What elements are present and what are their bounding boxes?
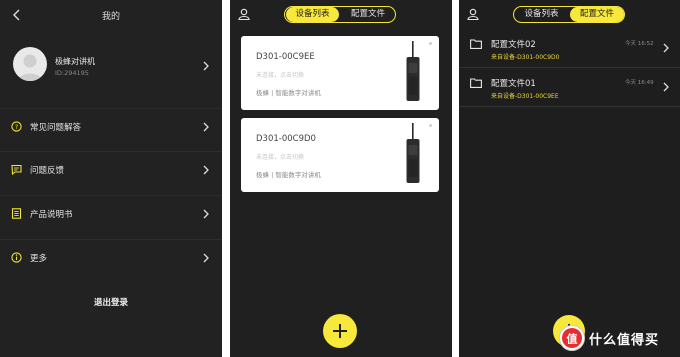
avatar [13, 47, 47, 81]
file-time: 今天 16:52 [625, 41, 654, 47]
file-source: 来自设备-D301-00C9EE [491, 93, 559, 100]
device-status: 未连接，点击切换 [256, 154, 305, 161]
device-status: 未连接，点击切换 [256, 72, 305, 79]
watermark-text: 什么值得买 [589, 333, 660, 348]
svg-text:?: ? [15, 123, 18, 131]
add-icon [339, 324, 341, 338]
profile-name: 极蜂对讲机 [55, 57, 95, 66]
user-icon[interactable] [238, 8, 250, 20]
profile-id: ID:294195 [55, 69, 89, 77]
mine-screen: 我的 极蜂对讲机 ID:294195 ? 常见问题解答 问题反馈 产品说明书 更… [0, 0, 222, 357]
watermark-logo-icon: 值 [562, 328, 582, 348]
default-avatar-icon [18, 54, 42, 81]
chevron-right-icon [203, 165, 209, 175]
status-dot [429, 42, 432, 45]
tab-switcher: 设备列表 配置文件 [513, 6, 625, 23]
menu-label-feedback: 问题反馈 [30, 166, 65, 176]
add-device-button[interactable] [323, 314, 357, 348]
config-files-screen: 设备列表 配置文件 配置文件02 来自设备-D301-00C9D0 今天 16:… [459, 0, 680, 357]
chevron-right-icon [203, 61, 209, 71]
folder-icon [470, 78, 482, 88]
chevron-right-icon [203, 122, 209, 132]
device-name: D301-00C9D0 [256, 134, 316, 144]
menu-label-faq: 常见问题解答 [30, 123, 82, 133]
device-description: 极蜂 | 智能数字对讲机 [256, 89, 321, 97]
device-description: 极蜂 | 智能数字对讲机 [256, 171, 321, 179]
chevron-right-icon [203, 253, 209, 263]
menu-item-feedback[interactable]: 问题反馈 [0, 151, 222, 188]
config-file-row[interactable]: 配置文件02 来自设备-D301-00C9D0 今天 16:52 [459, 33, 680, 68]
tab-config-files[interactable]: 配置文件 [341, 7, 395, 22]
profile-row[interactable]: 极蜂对讲机 ID:294195 [0, 40, 222, 92]
file-name: 配置文件01 [491, 79, 536, 89]
question-circle-icon: ? [11, 121, 22, 132]
watermark-logo-text: 值 [567, 332, 578, 346]
tab-switcher: 设备列表 配置文件 [284, 6, 396, 23]
document-icon [11, 208, 22, 219]
chevron-right-icon [203, 209, 209, 219]
file-time: 今天 16:49 [625, 80, 654, 86]
watermark: 值 什么值得买 [559, 325, 677, 351]
menu-label-more: 更多 [30, 254, 48, 264]
feedback-icon [11, 164, 22, 175]
chevron-right-icon [663, 43, 669, 53]
device-name: D301-00C9EE [256, 52, 315, 62]
menu-item-manual[interactable]: 产品说明书 [0, 195, 222, 232]
chevron-right-icon [663, 82, 669, 92]
watermark-logo: 值 [559, 325, 585, 351]
user-icon[interactable] [467, 8, 479, 20]
logout-button[interactable]: 退出登录 [0, 296, 222, 308]
device-card[interactable]: D301-00C9EE 未连接，点击切换 极蜂 | 智能数字对讲机 [241, 36, 439, 110]
tab-config-files[interactable]: 配置文件 [570, 7, 624, 22]
info-circle-icon [11, 252, 22, 263]
config-file-row[interactable]: 配置文件01 来自设备-D301-00C9EE 今天 16:49 [459, 72, 680, 107]
file-source: 来自设备-D301-00C9D0 [491, 54, 560, 61]
page-title: 我的 [101, 12, 120, 22]
status-dot [429, 124, 432, 127]
menu-item-more[interactable]: 更多 [0, 239, 222, 276]
device-card[interactable]: D301-00C9D0 未连接，点击切换 极蜂 | 智能数字对讲机 [241, 118, 439, 192]
walkie-talkie-image [406, 123, 420, 183]
tab-device-list[interactable]: 设备列表 [286, 7, 339, 22]
folder-icon [470, 39, 482, 49]
menu-item-faq[interactable]: ? 常见问题解答 [0, 108, 222, 145]
tab-device-list[interactable]: 设备列表 [515, 7, 568, 22]
file-name: 配置文件02 [491, 40, 536, 50]
menu-label-manual: 产品说明书 [30, 210, 73, 220]
device-list-screen: 设备列表 配置文件 D301-00C9EE 未连接，点击切换 极蜂 | 智能数字… [230, 0, 452, 357]
walkie-talkie-image [406, 41, 420, 101]
